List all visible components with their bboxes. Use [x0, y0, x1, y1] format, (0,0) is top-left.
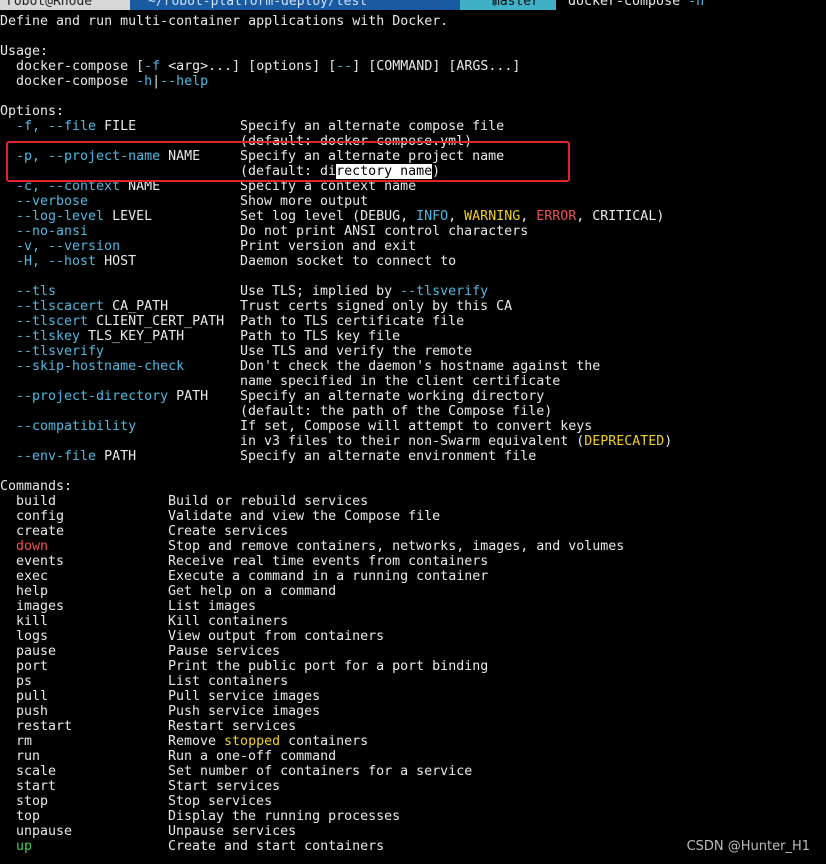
- option-flag: --tlskey TLS_KEY_PATH: [16, 329, 185, 344]
- usage-line-1: docker-compose [-f <arg>...] [options] […: [0, 59, 521, 74]
- option-flag: --tls: [16, 284, 57, 299]
- option-flag: --skip-hostname-check: [16, 359, 185, 374]
- usage-line-2: docker-compose -h|--help: [0, 74, 209, 89]
- option-description: in v3 files to their non-Swarm equivalen…: [240, 434, 673, 449]
- option-flag: --log-level LEVEL: [16, 209, 153, 224]
- command-description: Pause services: [168, 644, 281, 659]
- option-description: Show more output: [240, 194, 369, 209]
- command-name: unpause: [16, 824, 73, 839]
- watermark: CSDN @Hunter_H1: [686, 839, 810, 854]
- command-name: images: [16, 599, 65, 614]
- command-name: create: [16, 524, 65, 539]
- option-description: Use TLS; implied by --tlsverify: [240, 284, 489, 299]
- commands-heading: Commands:: [0, 479, 73, 494]
- option-flag: --tlscert CLIENT_CERT_PATH: [16, 314, 225, 329]
- command-name: logs: [16, 629, 49, 644]
- command-description: List images: [168, 599, 257, 614]
- usage-heading: Usage:: [0, 44, 49, 59]
- prompt-branch: master: [492, 0, 539, 9]
- command-description: Kill containers: [168, 614, 289, 629]
- option-flag: -f, --file FILE: [16, 119, 137, 134]
- option-description: Don't check the daemon's hostname agains…: [240, 359, 601, 374]
- command-description: Start services: [168, 779, 281, 794]
- option-description: Trust certs signed only by this CA: [240, 299, 513, 314]
- shell-prompt: robot@Rnode ~/robot-platform-deploy/test…: [0, 0, 826, 10]
- option-description: Specify an alternate compose file: [240, 119, 505, 134]
- option-description: name specified in the client certificate: [240, 374, 561, 389]
- command-name: port: [16, 659, 49, 674]
- description: Define and run multi-container applicati…: [0, 14, 449, 29]
- command-name: up: [16, 839, 33, 854]
- command-description: Display the running processes: [168, 809, 401, 824]
- command-name: stop: [16, 794, 49, 809]
- command-name: scale: [16, 764, 57, 779]
- command-name: restart: [16, 719, 73, 734]
- option-flag: --verbose: [16, 194, 89, 209]
- option-description: Print version and exit: [240, 239, 417, 254]
- option-description: Specify an alternate working directory: [240, 389, 545, 404]
- option-flag: --no-ansi: [16, 224, 89, 239]
- command-name: events: [16, 554, 65, 569]
- option-description: (default: the path of the Compose file): [240, 404, 553, 419]
- command-name: kill: [16, 614, 49, 629]
- command-name: build: [16, 494, 57, 509]
- command-description: Set number of containers for a service: [168, 764, 473, 779]
- option-flag: --tlsverify: [16, 344, 105, 359]
- annotation-highlight-box: [6, 141, 570, 182]
- option-description: Use TLS and verify the remote: [240, 344, 473, 359]
- command-description: Receive real time events from containers: [168, 554, 489, 569]
- option-flag: --compatibility: [16, 419, 137, 434]
- option-description: Daemon socket to connect to: [240, 254, 457, 269]
- command-name: top: [16, 809, 41, 824]
- command-description: Unpause services: [168, 824, 297, 839]
- command-description: Print the public port for a port binding: [168, 659, 489, 674]
- command-name: rm: [16, 734, 33, 749]
- command-name: pause: [16, 644, 57, 659]
- option-flag: --project-directory PATH: [16, 389, 209, 404]
- command-description: Push service images: [168, 704, 321, 719]
- command-name: run: [16, 749, 41, 764]
- option-description: Do not print ANSI control characters: [240, 224, 529, 239]
- option-description: Path to TLS key file: [240, 329, 401, 344]
- command-name: down: [16, 539, 49, 554]
- option-flag: -H, --host HOST: [16, 254, 137, 269]
- command-description: View output from containers: [168, 629, 385, 644]
- command-name: ps: [16, 674, 33, 689]
- command-description: Build or rebuild services: [168, 494, 369, 509]
- prompt-path: ~/robot-platform-deploy/test: [148, 0, 368, 9]
- command-description: Restart services: [168, 719, 297, 734]
- command-description: List containers: [168, 674, 289, 689]
- command-description: Stop services: [168, 794, 273, 809]
- option-description: If set, Compose will attempt to convert …: [240, 419, 593, 434]
- command-description: Validate and view the Compose file: [168, 509, 441, 524]
- prompt-path-segment: ~/robot-platform-deploy/test: [130, 0, 460, 10]
- command-name: pull: [16, 689, 49, 704]
- command-description: Get help on a command: [168, 584, 337, 599]
- command-description: Run a one-off command: [168, 749, 337, 764]
- option-description: Specify an alternate environment file: [240, 449, 537, 464]
- prompt-user-segment: robot@Rnode: [0, 0, 130, 10]
- options-heading: Options:: [0, 104, 65, 119]
- prompt-user: robot@Rnode: [6, 0, 93, 9]
- prompt-command: docker-compose -h: [568, 0, 704, 10]
- command-name: exec: [16, 569, 49, 584]
- option-description: Path to TLS certificate file: [240, 314, 465, 329]
- option-description: Set log level (DEBUG, INFO, WARNING, ERR…: [240, 209, 665, 224]
- command-name: help: [16, 584, 49, 599]
- prompt-branch-segment: ᚠ master: [460, 0, 556, 10]
- command-name: start: [16, 779, 57, 794]
- command-description: Pull service images: [168, 689, 321, 704]
- command-name: config: [16, 509, 65, 524]
- command-description: Stop and remove containers, networks, im…: [168, 539, 625, 554]
- option-flag: --env-file PATH: [16, 449, 137, 464]
- prompt-flag: -h: [688, 0, 705, 9]
- command-name: push: [16, 704, 49, 719]
- command-description: Remove stopped containers: [168, 734, 369, 749]
- command-description: Execute a command in a running container: [168, 569, 489, 584]
- option-flag: -v, --version: [16, 239, 121, 254]
- command-description: Create and start containers: [168, 839, 385, 854]
- option-flag: --tlscacert CA_PATH: [16, 299, 169, 314]
- command-description: Create services: [168, 524, 289, 539]
